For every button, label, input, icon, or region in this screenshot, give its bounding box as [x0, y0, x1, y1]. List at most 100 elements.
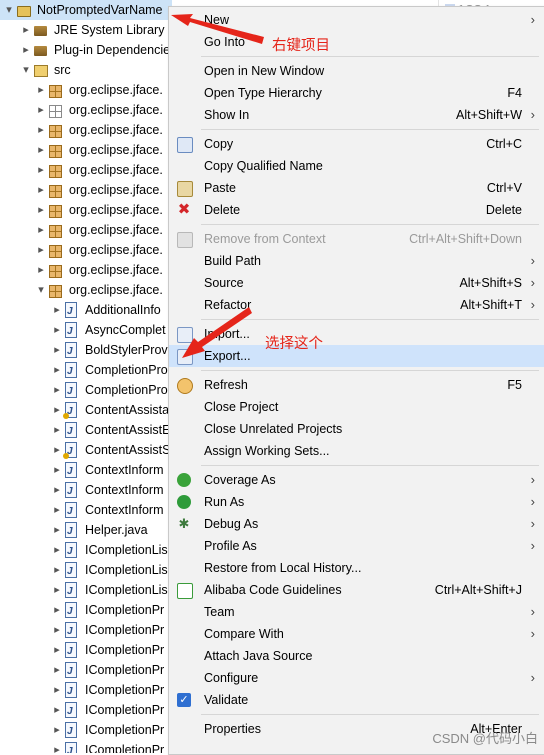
- chevron-right-icon[interactable]: ▸: [35, 160, 47, 180]
- chevron-right-icon[interactable]: ▸: [51, 400, 63, 420]
- tree-item-label: BoldStylerProv: [85, 343, 168, 357]
- chevron-right-icon[interactable]: ▸: [51, 340, 63, 360]
- chevron-right-icon[interactable]: ▸: [51, 720, 63, 740]
- menu-item-alibaba-code-guidelines[interactable]: Alibaba Code Guidelines Ctrl+Alt+Shift+J: [169, 579, 544, 601]
- menu-separator: [201, 370, 539, 371]
- chevron-right-icon[interactable]: ▸: [35, 260, 47, 280]
- tree-item-project[interactable]: ▾ NotPromptedVarName: [0, 0, 172, 20]
- menu-item-compare-with[interactable]: Compare With ›: [169, 623, 544, 645]
- chevron-right-icon[interactable]: ▸: [35, 180, 47, 200]
- library-icon: [34, 46, 47, 56]
- chevron-right-icon[interactable]: ▸: [51, 580, 63, 600]
- chevron-right-icon[interactable]: ▸: [20, 20, 32, 40]
- tree-item-label: ContentAssista: [85, 403, 170, 417]
- menu-item-copy-qualified-name[interactable]: Copy Qualified Name: [169, 155, 544, 177]
- chevron-right-icon[interactable]: ▸: [35, 80, 47, 100]
- menu-item-coverage-as[interactable]: Coverage As ›: [169, 469, 544, 491]
- chevron-right-icon[interactable]: ▸: [51, 620, 63, 640]
- tree-item-label: Helper.java: [85, 523, 148, 537]
- tree-item-label: org.eclipse.jface.: [69, 103, 163, 117]
- java-file-icon: [65, 502, 77, 522]
- menu-item-label: Refresh: [204, 378, 248, 392]
- chevron-right-icon[interactable]: ▸: [51, 380, 63, 400]
- menu-item-label: Coverage As: [204, 473, 276, 487]
- chevron-down-icon[interactable]: ▾: [20, 60, 32, 80]
- menu-item-refactor[interactable]: Refactor Alt+Shift+T ›: [169, 294, 544, 316]
- menu-item-label: Compare With: [204, 627, 284, 641]
- menu-item-build-path[interactable]: Build Path ›: [169, 250, 544, 272]
- menu-item-debug-as[interactable]: ✱ Debug As ›: [169, 513, 544, 535]
- chevron-right-icon[interactable]: ▸: [51, 300, 63, 320]
- menu-item-team[interactable]: Team ›: [169, 601, 544, 623]
- submenu-arrow-icon: ›: [530, 494, 535, 509]
- tree-item-label: ICompletionLis: [85, 563, 168, 577]
- chevron-right-icon[interactable]: ▸: [51, 520, 63, 540]
- menu-item-new[interactable]: New ›: [169, 9, 544, 31]
- menu-item-refresh[interactable]: Refresh F5: [169, 374, 544, 396]
- menu-item-configure[interactable]: Configure ›: [169, 667, 544, 689]
- menu-item-label: Debug As: [204, 517, 259, 531]
- chevron-right-icon[interactable]: ▸: [51, 700, 63, 720]
- menu-item-open-in-new-window[interactable]: Open in New Window: [169, 60, 544, 82]
- menu-item-import[interactable]: Import...: [169, 323, 544, 345]
- chevron-down-icon[interactable]: ▾: [35, 280, 47, 300]
- chevron-right-icon[interactable]: ▸: [51, 320, 63, 340]
- java-file-icon: [65, 362, 77, 382]
- chevron-right-icon[interactable]: ▸: [51, 560, 63, 580]
- tree-item-label: ICompletionPr: [85, 643, 165, 657]
- chevron-right-icon[interactable]: ▸: [35, 100, 47, 120]
- menu-item-close-unrelated-projects[interactable]: Close Unrelated Projects: [169, 418, 544, 440]
- package-icon: [49, 225, 62, 238]
- chevron-right-icon[interactable]: ▸: [51, 540, 63, 560]
- chevron-down-icon[interactable]: ▾: [3, 0, 15, 20]
- chevron-right-icon[interactable]: ▸: [35, 220, 47, 240]
- menu-item-run-as[interactable]: Run As ›: [169, 491, 544, 513]
- menu-item-copy[interactable]: Copy Ctrl+C: [169, 133, 544, 155]
- chevron-right-icon[interactable]: ▸: [51, 440, 63, 460]
- chevron-right-icon[interactable]: ▸: [35, 140, 47, 160]
- tree-item-label: ICompletionPr: [85, 723, 165, 737]
- menu-item-export[interactable]: Export...: [169, 345, 544, 367]
- chevron-right-icon[interactable]: ▸: [51, 660, 63, 680]
- menu-item-label: Export...: [204, 349, 251, 363]
- chevron-right-icon[interactable]: ▸: [51, 500, 63, 520]
- menu-separator: [201, 224, 539, 225]
- import-icon: [177, 327, 193, 343]
- java-interface-icon: [65, 682, 77, 702]
- menu-item-restore-from-local-history[interactable]: Restore from Local History...: [169, 557, 544, 579]
- menu-item-profile-as[interactable]: Profile As ›: [169, 535, 544, 557]
- menu-item-delete[interactable]: ✖ Delete Delete: [169, 199, 544, 221]
- chevron-right-icon[interactable]: ▸: [35, 200, 47, 220]
- menu-item-open-type-hierarchy[interactable]: Open Type Hierarchy F4: [169, 82, 544, 104]
- menu-item-close-project[interactable]: Close Project: [169, 396, 544, 418]
- menu-item-attach-java-source[interactable]: Attach Java Source: [169, 645, 544, 667]
- chevron-right-icon[interactable]: ▸: [35, 120, 47, 140]
- menu-item-show-in[interactable]: Show In Alt+Shift+W ›: [169, 104, 544, 126]
- java-file-warning-icon: [63, 442, 77, 462]
- java-file-icon: [65, 462, 77, 482]
- chevron-right-icon[interactable]: ▸: [51, 420, 63, 440]
- menu-item-validate[interactable]: ✓ Validate: [169, 689, 544, 711]
- submenu-arrow-icon: ›: [530, 670, 535, 685]
- menu-item-source[interactable]: Source Alt+Shift+S ›: [169, 272, 544, 294]
- tree-item-label: CompletionPro: [85, 383, 168, 397]
- chevron-right-icon[interactable]: ▸: [51, 680, 63, 700]
- menu-item-label: Close Unrelated Projects: [204, 422, 343, 436]
- chevron-right-icon[interactable]: ▸: [51, 360, 63, 380]
- chevron-right-icon[interactable]: ▸: [51, 640, 63, 660]
- menu-item-label: Alibaba Code Guidelines: [204, 583, 342, 597]
- chevron-right-icon[interactable]: ▸: [51, 480, 63, 500]
- menu-item-label: Team: [204, 605, 235, 619]
- menu-item-assign-working-sets[interactable]: Assign Working Sets...: [169, 440, 544, 462]
- chevron-right-icon[interactable]: ▸: [51, 600, 63, 620]
- menu-item-paste[interactable]: Paste Ctrl+V: [169, 177, 544, 199]
- chevron-right-icon[interactable]: ▸: [20, 40, 32, 60]
- menu-item-label: Paste: [204, 181, 236, 195]
- package-icon: [49, 145, 62, 158]
- chevron-right-icon[interactable]: ▸: [35, 240, 47, 260]
- menu-item-go-into[interactable]: Go Into: [169, 31, 544, 53]
- chevron-right-icon[interactable]: ▸: [51, 460, 63, 480]
- chevron-right-icon[interactable]: ▸: [51, 740, 63, 753]
- tree-item-label: CompletionPro: [85, 363, 168, 377]
- package-icon: [49, 245, 62, 258]
